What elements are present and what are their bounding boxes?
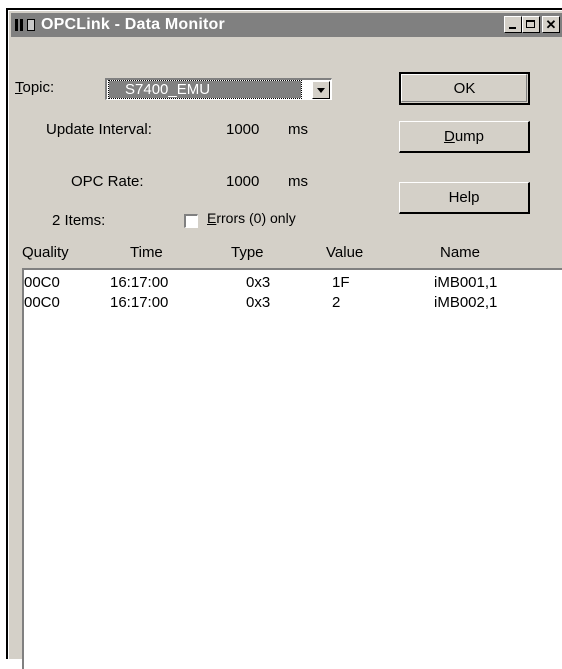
name-cell: iMB002,1 bbox=[434, 294, 498, 311]
column-header-value[interactable]: Value bbox=[326, 244, 363, 261]
data-list[interactable]: 00C0 16:17:00 0x3 1F iMB001,1 00C0 16:17… bbox=[22, 268, 562, 669]
quality-cell: 00C0 bbox=[24, 294, 60, 311]
ok-button[interactable]: OK bbox=[399, 72, 530, 105]
update-interval-value: 1000 bbox=[226, 121, 260, 138]
app-icon bbox=[15, 17, 35, 33]
title-bar[interactable]: OPCLink - Data Monitor ✕ bbox=[11, 13, 562, 37]
opc-rate-unit: ms bbox=[288, 173, 308, 190]
errors-only-label: Errors (0) only bbox=[207, 210, 296, 226]
help-button[interactable]: Help bbox=[399, 182, 530, 214]
minimize-button[interactable] bbox=[504, 16, 522, 33]
maximize-button[interactable] bbox=[522, 16, 540, 33]
type-cell: 0x3 bbox=[246, 274, 271, 291]
items-count: 2 Items: bbox=[52, 212, 106, 229]
update-interval-label: Update Interval: bbox=[46, 121, 152, 138]
time-cell: 16:17:00 bbox=[110, 274, 169, 291]
value-cell: 1F bbox=[332, 274, 350, 291]
list-item[interactable]: 00C0 16:17:00 0x3 2 iMB002,1 bbox=[24, 294, 562, 314]
opc-rate-label: OPC Rate: bbox=[71, 173, 144, 190]
time-cell: 16:17:00 bbox=[110, 294, 169, 311]
chevron-down-icon[interactable] bbox=[312, 81, 330, 99]
list-item[interactable]: 00C0 16:17:00 0x3 1F iMB001,1 bbox=[24, 274, 562, 294]
quality-cell: 00C0 bbox=[24, 274, 60, 291]
dump-button[interactable]: Dump bbox=[399, 121, 530, 153]
opc-rate-value: 1000 bbox=[226, 173, 260, 190]
column-header-name[interactable]: Name bbox=[440, 244, 480, 261]
column-header-time[interactable]: Time bbox=[130, 244, 163, 261]
topic-select[interactable]: S7400_EMU bbox=[105, 78, 332, 100]
column-header-quality[interactable]: Quality bbox=[22, 244, 69, 261]
value-cell: 2 bbox=[332, 294, 341, 311]
data-monitor-window: OPCLink - Data Monitor ✕ Topic: S7400_EM… bbox=[6, 8, 562, 669]
column-header-type[interactable]: Type bbox=[231, 244, 264, 261]
close-button[interactable]: ✕ bbox=[542, 16, 560, 33]
update-interval-unit: ms bbox=[288, 121, 308, 138]
name-cell: iMB001,1 bbox=[434, 274, 498, 291]
topic-label: Topic: bbox=[15, 79, 55, 96]
window-title: OPCLink - Data Monitor bbox=[41, 16, 225, 33]
type-cell: 0x3 bbox=[246, 294, 271, 311]
errors-only-checkbox[interactable] bbox=[184, 214, 198, 228]
topic-selected-value: S7400_EMU bbox=[108, 80, 302, 99]
